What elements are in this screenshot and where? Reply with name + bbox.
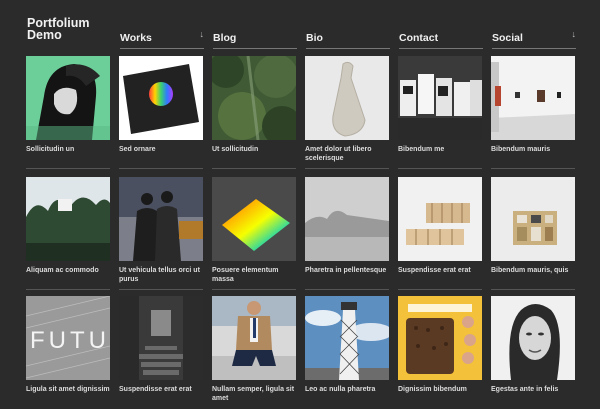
item-divider [491, 289, 575, 290]
portfolio-caption[interactable]: Ut vehicula tellus orci ut purus [119, 266, 203, 284]
portfolio-item[interactable]: FUTU Ligula sit amet dignissim [26, 296, 110, 394]
portfolio-caption[interactable]: Dignissim bibendum [398, 385, 482, 394]
portfolio-caption[interactable]: Egestas ante in felis [491, 385, 575, 394]
portfolio-thumbnail[interactable] [305, 56, 389, 140]
portfolio-caption[interactable]: Ligula sit amet dignissim [26, 385, 110, 394]
portfolio-caption[interactable]: Amet dolor ut libero scelerisque [305, 145, 389, 163]
portfolio-thumbnail[interactable] [491, 177, 575, 261]
portfolio-item[interactable]: Aliquam ac commodo [26, 177, 110, 275]
down-arrow-icon: ↓ [199, 29, 205, 39]
portfolio-item[interactable]: Bibendum mauris [491, 56, 575, 154]
portfolio-caption[interactable]: Pharetra in pellentesque [305, 266, 389, 275]
item-divider [305, 289, 389, 290]
portfolio-thumbnail[interactable] [119, 296, 203, 380]
artwork-text: FUTU [30, 327, 110, 354]
nav-contact[interactable]: Contact [399, 28, 483, 49]
portfolio-caption[interactable]: Posuere elementum massa [212, 266, 296, 284]
portfolio-thumbnail[interactable] [305, 177, 389, 261]
nav-social-label: Social [492, 32, 523, 44]
portfolio-item[interactable]: Suspendisse erat erat [398, 177, 482, 275]
nav-bio[interactable]: Bio [306, 28, 390, 49]
portfolio-item[interactable]: Egestas ante in felis [491, 296, 575, 394]
portfolio-item[interactable]: Leo ac nulla pharetra [305, 296, 389, 394]
portfolio-item[interactable]: Pharetra in pellentesque [305, 177, 389, 275]
portfolio-item[interactable]: Dignissim bibendum [398, 296, 482, 394]
portfolio-caption[interactable]: Leo ac nulla pharetra [305, 385, 389, 394]
portfolio-thumbnail[interactable] [398, 296, 482, 380]
item-divider [26, 168, 110, 169]
portfolio-thumbnail[interactable] [26, 177, 110, 261]
portfolio-item[interactable]: Suspendisse erat erat [119, 296, 203, 394]
item-divider [305, 168, 389, 169]
portfolio-caption[interactable]: Ut sollicitudin [212, 145, 296, 154]
nav-works-label: Works [120, 32, 152, 44]
portfolio-thumbnail[interactable] [398, 177, 482, 261]
portfolio-thumbnail[interactable] [305, 296, 389, 380]
nav-social[interactable]: Social ↓ [492, 28, 576, 49]
portfolio-item[interactable]: Ut sollicitudin [212, 56, 296, 154]
item-divider [398, 168, 482, 169]
portfolio-caption[interactable]: Sollicitudin un [26, 145, 110, 154]
nav-contact-label: Contact [399, 32, 439, 44]
nav-blog-label: Blog [213, 32, 237, 44]
portfolio-thumbnail[interactable] [212, 56, 296, 140]
portfolio-caption[interactable]: Bibendum mauris, quis [491, 266, 575, 275]
portfolio-caption[interactable]: Bibendum mauris [491, 145, 575, 154]
portfolio-item[interactable]: Bibendum me [398, 56, 482, 154]
portfolio-thumbnail[interactable] [212, 177, 296, 261]
portfolio-item[interactable]: Sed ornare [119, 56, 203, 154]
portfolio-item[interactable]: Amet dolor ut libero scelerisque [305, 56, 389, 163]
portfolio-thumbnail[interactable]: FUTU [26, 296, 110, 380]
nav-bio-label: Bio [306, 32, 323, 44]
portfolio-thumbnail[interactable] [491, 56, 575, 140]
portfolio-caption[interactable]: Suspendisse erat erat [398, 266, 482, 275]
portfolio-thumbnail[interactable] [26, 56, 110, 140]
nav-works[interactable]: Works ↓ [120, 28, 204, 49]
portfolio-item[interactable]: Nullam semper, ligula sit amet [212, 296, 296, 403]
item-divider [398, 289, 482, 290]
item-divider [212, 168, 296, 169]
portfolio-item[interactable]: Bibendum mauris, quis [491, 177, 575, 275]
portfolio-thumbnail[interactable] [119, 177, 203, 261]
portfolio-item[interactable]: Posuere elementum massa [212, 177, 296, 284]
portfolio-thumbnail[interactable] [212, 296, 296, 380]
nav-blog[interactable]: Blog [213, 28, 297, 49]
down-arrow-icon: ↓ [571, 29, 577, 39]
portfolio-item[interactable]: Sollicitudin un [26, 56, 110, 154]
item-divider [26, 289, 110, 290]
item-divider [491, 168, 575, 169]
portfolio-thumbnail[interactable] [398, 56, 482, 140]
portfolio-caption[interactable]: Suspendisse erat erat [119, 385, 203, 394]
portfolio-thumbnail[interactable] [119, 56, 203, 140]
brand-line-2: Demo [27, 27, 62, 42]
portfolio-thumbnail[interactable] [491, 296, 575, 380]
site-logo[interactable]: Portfolium Demo [27, 17, 107, 42]
portfolio-caption[interactable]: Nullam semper, ligula sit amet [212, 385, 296, 403]
item-divider [119, 168, 203, 169]
portfolio-caption[interactable]: Aliquam ac commodo [26, 266, 110, 275]
portfolio-caption[interactable]: Bibendum me [398, 145, 482, 154]
item-divider [119, 289, 203, 290]
portfolio-item[interactable]: Ut vehicula tellus orci ut purus [119, 177, 203, 284]
item-divider [212, 289, 296, 290]
top-navigation: Portfolium Demo Works ↓ Blog Bio Contact… [0, 0, 600, 56]
portfolio-caption[interactable]: Sed ornare [119, 145, 203, 154]
